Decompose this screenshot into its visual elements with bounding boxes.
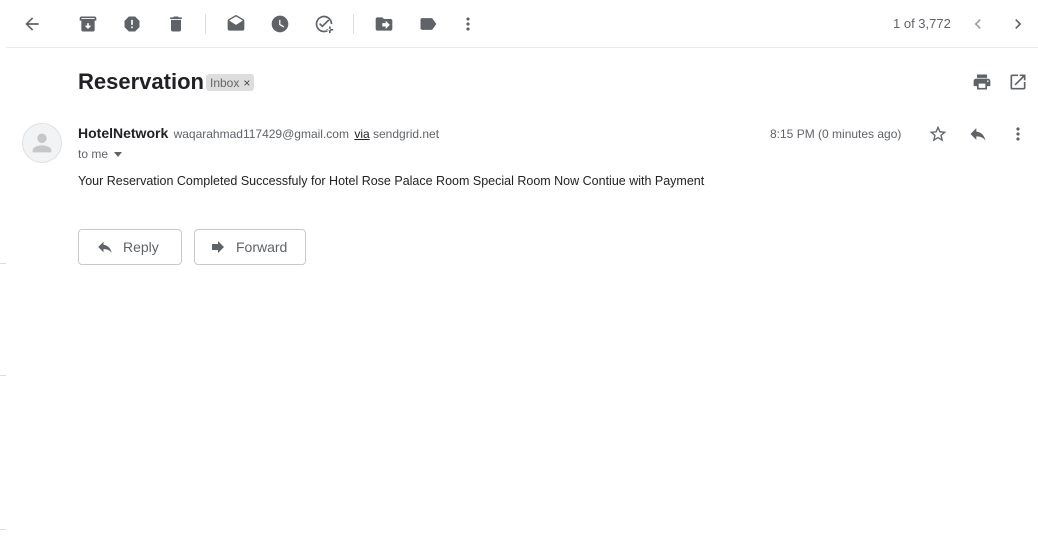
edge-divider [0,529,6,530]
mark-unread-icon[interactable] [222,10,250,38]
label-text: Inbox [210,75,240,90]
more-vert-icon[interactable] [454,10,482,38]
reply-button-label: Reply [123,239,159,255]
recipient-text: to me [78,147,109,161]
label-icon[interactable] [414,10,442,38]
email-body: Your Reservation Completed Successfuly f… [78,174,705,188]
sender-line: HotelNetwork waqarahmad117429@gmail.com … [78,125,439,141]
via-domain: sendgrid.net [373,127,440,141]
remove-label-icon[interactable]: × [243,76,250,90]
chevron-right-icon[interactable] [1004,10,1032,38]
report-spam-icon[interactable] [118,10,146,38]
recipient-details-icon[interactable] [114,152,123,157]
forward-button[interactable]: Forward [194,229,306,265]
email-timestamp: 8:15 PM (0 minutes ago) [770,127,902,141]
toolbar-divider [6,47,1038,48]
star-icon[interactable] [924,120,952,148]
sender-name[interactable]: HotelNetwork [78,125,168,141]
sender-avatar [22,123,62,163]
chevron-left-icon[interactable] [964,10,992,38]
sender-email: waqarahmad117429@gmail.com [173,127,349,141]
recipient-line: to me [78,147,123,161]
move-to-icon[interactable] [370,10,398,38]
pager-count: 1 of 3,772 [893,16,951,31]
toolbar-separator [353,14,354,34]
toolbar: 1 of 3,772 [0,0,1038,48]
via-link[interactable]: via [354,127,369,141]
reply-button[interactable]: Reply [78,229,182,265]
inbox-label-chip[interactable]: Inbox × [206,74,255,91]
reply-arrow-icon [98,241,112,253]
toolbar-separator [205,14,206,34]
print-icon[interactable] [968,68,996,96]
forward-arrow-icon [212,241,224,253]
more-options-icon[interactable] [1004,120,1032,148]
forward-button-label: Forward [236,239,288,255]
email-subject: Reservation [78,69,204,94]
reply-icon[interactable] [964,120,992,148]
archive-icon[interactable] [74,10,102,38]
open-in-new-window-icon[interactable] [1004,68,1032,96]
person-icon [32,133,52,153]
add-task-icon[interactable] [310,10,338,38]
back-arrow-icon[interactable] [18,10,46,38]
snooze-icon[interactable] [266,10,294,38]
delete-icon[interactable] [162,10,190,38]
edge-divider [0,263,6,264]
edge-divider [0,375,6,376]
